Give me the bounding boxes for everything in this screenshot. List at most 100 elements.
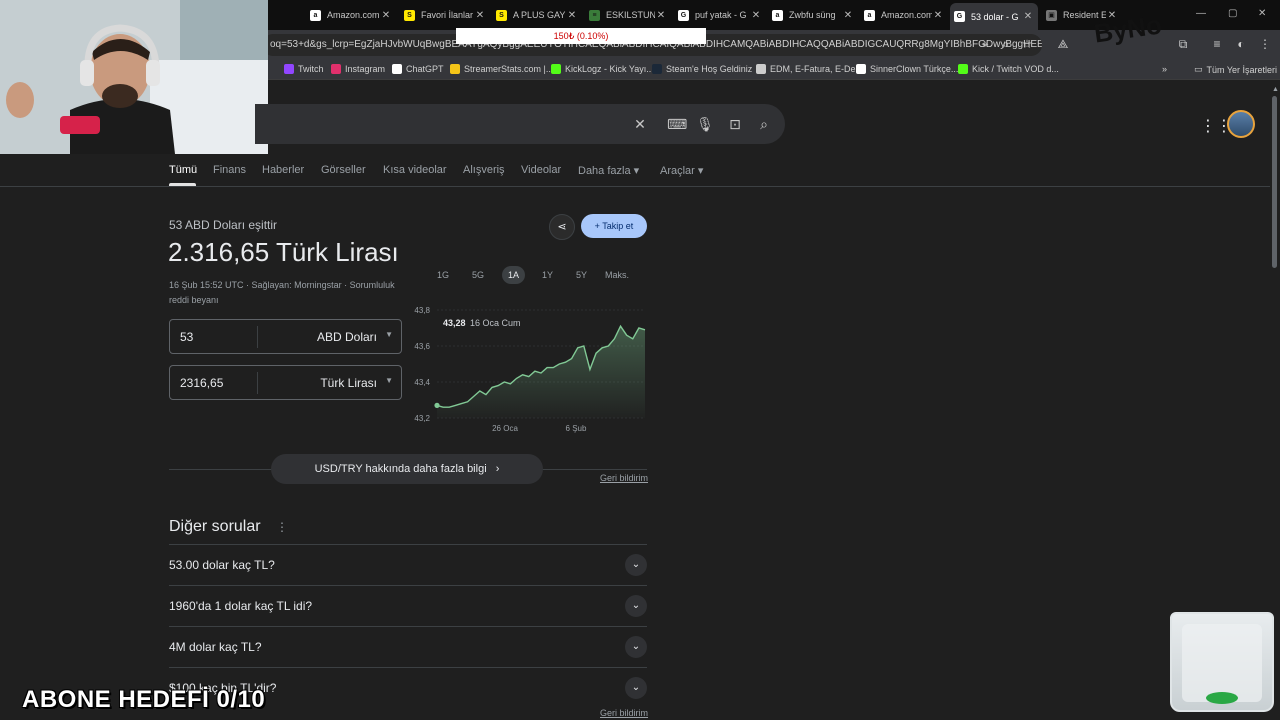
tab-close-icon[interactable]: ✕: [566, 10, 578, 21]
media-icon[interactable]: ≡: [1210, 37, 1224, 51]
nav-tab[interactable]: Finans: [213, 164, 246, 176]
more-about-usdtry-button[interactable]: USD/TRY hakkında daha fazla bilgi ›: [271, 454, 543, 484]
browser-tab[interactable]: Gpuf yatak - G ✕: [674, 4, 766, 26]
tab-title: ESKILSTUNA: [606, 10, 655, 20]
glass-widget-art: [1182, 624, 1262, 704]
scrollbar-thumb[interactable]: [1272, 96, 1277, 268]
nav-tab[interactable]: Araçlar ▾: [660, 164, 703, 177]
menu-kebab-icon[interactable]: ⋮: [1258, 37, 1272, 51]
browser-tab[interactable]: a Zwbfu süng ✕: [768, 4, 858, 26]
bookmark-star-icon[interactable]: ☆: [1020, 37, 1034, 51]
bookmark-item[interactable]: Kick / Twitch VOD d...: [958, 64, 1059, 74]
range-option[interactable]: 1G: [437, 270, 449, 280]
tab-title: A PLUS GAYR: [513, 10, 566, 20]
bookmark-item[interactable]: Twitch: [284, 64, 324, 74]
bookmark-label: SinnerClown Türkçe...: [870, 64, 959, 74]
nav-tab[interactable]: Alışveriş: [463, 164, 505, 176]
paa-question: 4M dolar kaç TL?: [169, 640, 262, 654]
share-button[interactable]: ⋖: [549, 214, 575, 240]
range-option[interactable]: Maks.: [605, 270, 629, 280]
bookmarks-overflow-icon[interactable]: »: [1162, 64, 1167, 74]
chevron-down-icon[interactable]: ⌄: [625, 636, 647, 658]
range-option[interactable]: 1Y: [542, 270, 553, 280]
bookmark-favicon-icon: [284, 64, 294, 74]
bookmark-item[interactable]: KickLogz - Kick Yayı...: [551, 64, 654, 74]
chart-tooltip-value: 43,28: [443, 318, 466, 328]
from-amount-input[interactable]: 53: [180, 330, 193, 344]
bookmark-favicon-icon: [392, 64, 402, 74]
lens-icon[interactable]: ⊡: [726, 116, 744, 133]
nav-tab[interactable]: Görseller: [321, 164, 366, 176]
bookmark-item[interactable]: StreamerStats.com |...: [450, 64, 553, 74]
feedback-link[interactable]: Geri bildirim: [600, 473, 648, 483]
webcam-overlay: [0, 0, 268, 154]
nav-tab[interactable]: Haberler: [262, 164, 304, 176]
paa-question-row[interactable]: 4M dolar kaç TL? ⌄: [169, 626, 647, 667]
tab-close-icon[interactable]: ✕: [932, 10, 944, 21]
clear-icon[interactable]: ✕: [631, 116, 649, 133]
nav-tab[interactable]: Tümü: [169, 164, 197, 176]
tab-close-icon[interactable]: ✕: [655, 10, 667, 21]
nav-tab[interactable]: Daha fazla ▾: [578, 164, 639, 177]
follow-label: Takip et: [602, 221, 634, 231]
maximize-icon[interactable]: ▢: [1228, 8, 1237, 19]
paa-feedback-link[interactable]: Geri bildirim: [600, 708, 648, 718]
zoom-icon[interactable]: ⌕: [999, 37, 1013, 52]
bookmark-item[interactable]: SinnerClown Türkçe...: [856, 64, 958, 74]
follow-button[interactable]: + Takip et: [581, 214, 647, 238]
tab-close-icon[interactable]: ✕: [1022, 11, 1034, 22]
paa-more-icon[interactable]: ⋮: [276, 520, 288, 534]
range-option[interactable]: 1A: [502, 266, 526, 284]
search-icon[interactable]: ⌕: [755, 116, 773, 133]
tab-close-icon[interactable]: ✕: [380, 10, 392, 21]
browser-tab[interactable]: ≡ ESKILSTUNA✕: [585, 4, 671, 26]
browser-tab[interactable]: S A PLUS GAYR ✕: [492, 4, 582, 26]
paa-question-row[interactable]: 1960'da 1 dolar kaç TL idi? ⌄: [169, 585, 647, 626]
browser-tab[interactable]: a Amazon.com ✕: [306, 4, 396, 26]
minimize-icon[interactable]: —: [1196, 8, 1206, 19]
paa-title: Diğer sorular: [169, 518, 261, 535]
browser-tab[interactable]: S Favori İlanlar ✕: [400, 4, 490, 26]
bookmark-item[interactable]: ChatGPT: [392, 64, 444, 74]
extensions-puzzle-icon[interactable]: ⧉: [1176, 37, 1190, 52]
all-bookmarks-link[interactable]: ▭ Tüm Yer İşaretleri: [1194, 64, 1277, 75]
browser-tab[interactable]: a Amazon.com ✕: [860, 4, 948, 26]
to-currency-select[interactable]: Türk Lirası: [320, 376, 377, 390]
donation-banner: 150₺ (0.10%): [456, 28, 706, 44]
bookmark-item[interactable]: Instagram: [331, 64, 385, 74]
chevron-down-icon[interactable]: ⌄: [625, 677, 647, 699]
converter-equals-label: 53 ABD Doları eşittir: [169, 218, 278, 232]
tab-favicon-icon: a: [310, 9, 321, 21]
chart-y-tick-label: 43,8: [414, 306, 430, 315]
location-icon[interactable]: ⌖: [978, 37, 992, 52]
paa-question: 53.00 dolar kaç TL?: [169, 558, 275, 572]
tab-close-icon[interactable]: ✕: [474, 10, 486, 21]
nav-tab[interactable]: Videolar: [521, 164, 561, 176]
tab-close-icon[interactable]: ✕: [750, 10, 762, 21]
tab-favicon-icon: G: [954, 11, 965, 22]
to-amount-input[interactable]: 2316,65: [180, 376, 223, 390]
chevron-down-icon[interactable]: ⌄: [625, 595, 647, 617]
range-option[interactable]: 5Y: [576, 270, 587, 280]
bookmark-label: Twitch: [298, 64, 324, 74]
scroll-up-icon[interactable]: ▲: [1272, 86, 1279, 93]
tab-close-icon[interactable]: ✕: [842, 10, 854, 21]
webcam-figure: [0, 0, 268, 154]
range-option[interactable]: 5G: [472, 270, 484, 280]
avatar[interactable]: [1227, 110, 1255, 138]
extension-icon[interactable]: ⟁: [1056, 37, 1070, 52]
bookmark-label: Instagram: [345, 64, 386, 74]
microphone-icon[interactable]: 🎙: [696, 116, 714, 133]
paa-question-row[interactable]: 53.00 dolar kaç TL? ⌄: [169, 544, 647, 585]
bookmark-favicon-icon: [551, 64, 561, 74]
browser-tab[interactable]: G 53 dolar - G ✕: [950, 3, 1038, 30]
close-window-icon[interactable]: ✕: [1258, 8, 1266, 19]
profile-small-icon[interactable]: ◐: [1234, 37, 1248, 51]
bookmark-item[interactable]: EDM, E-Fatura, E-De...: [756, 64, 863, 74]
keyboard-icon[interactable]: ⌨: [667, 116, 687, 133]
chevron-down-icon[interactable]: ⌄: [625, 554, 647, 576]
from-currency-select[interactable]: ABD Doları: [317, 330, 377, 344]
bookmark-favicon-icon: [756, 64, 766, 74]
bookmark-item[interactable]: Steam'e Hoş Geldiniz: [652, 64, 752, 74]
nav-tab[interactable]: Kısa videolar: [383, 164, 447, 176]
